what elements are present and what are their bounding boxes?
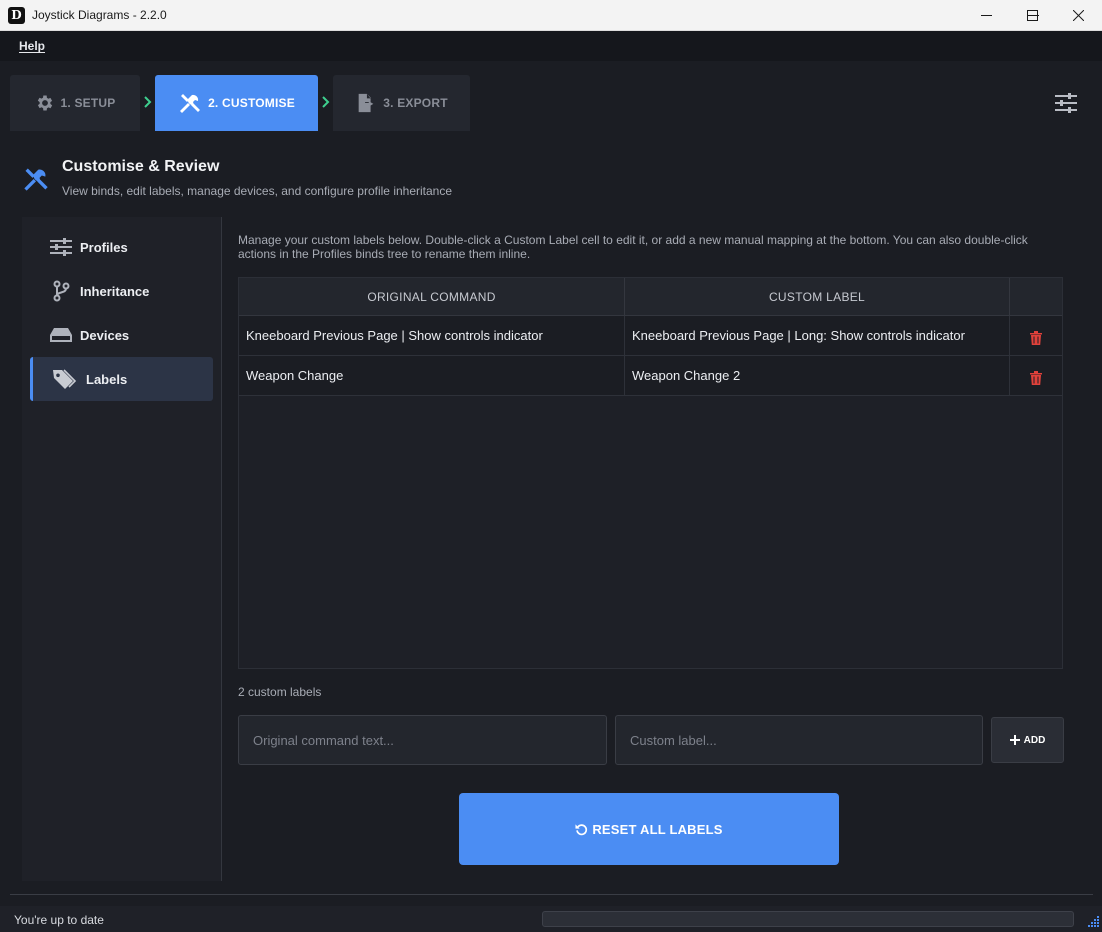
file-export-icon — [358, 93, 374, 113]
sidebar: Profiles Inheritance Devices Labels — [22, 217, 221, 881]
tab-setup[interactable]: 1. SETUP — [10, 75, 140, 131]
reset-all-labels-button[interactable]: RESET ALL LABELS — [459, 793, 839, 865]
custom-label-input[interactable] — [615, 715, 983, 765]
page-subtitle: View binds, edit labels, manage devices,… — [62, 184, 453, 198]
tab-export[interactable]: 3. EXPORT — [333, 75, 470, 131]
status-divider — [10, 894, 1093, 895]
resize-grip-icon[interactable] — [1086, 914, 1100, 928]
column-header-custom-label[interactable]: CUSTOM LABEL — [625, 278, 1010, 315]
table-header: ORIGINAL COMMAND CUSTOM LABEL — [239, 278, 1062, 316]
column-header-original-command[interactable]: ORIGINAL COMMAND — [239, 278, 625, 315]
hard-drive-icon — [50, 324, 72, 346]
cell-original-command: Weapon Change — [239, 356, 625, 395]
cell-original-command: Kneeboard Previous Page | Show controls … — [239, 316, 625, 355]
tab-export-label: 3. EXPORT — [383, 96, 448, 110]
original-command-input[interactable] — [238, 715, 607, 765]
sidebar-item-profiles[interactable]: Profiles — [30, 225, 213, 269]
status-bar: You're up to date — [0, 906, 1102, 932]
delete-label-button[interactable] — [1010, 356, 1062, 395]
sliders-settings-icon[interactable] — [1054, 93, 1078, 113]
trash-icon — [1030, 370, 1042, 385]
branch-icon — [50, 280, 72, 302]
sliders-icon — [50, 236, 72, 258]
minimize-icon — [980, 15, 992, 16]
labels-hint-text: Manage your custom labels below. Double-… — [238, 233, 1028, 261]
tools-icon — [180, 94, 201, 113]
sidebar-item-devices[interactable]: Devices — [30, 313, 213, 357]
column-header-actions — [1010, 278, 1062, 315]
table-row[interactable]: Weapon Change Weapon Change 2 — [239, 356, 1062, 396]
cell-custom-label[interactable]: Kneeboard Previous Page | Long: Show con… — [625, 316, 1010, 355]
labels-table: ORIGINAL COMMAND CUSTOM LABEL Kneeboard … — [238, 277, 1063, 669]
page-title: Customise & Review — [62, 158, 220, 175]
plus-icon — [1009, 735, 1020, 745]
trash-icon — [1030, 330, 1042, 345]
tab-setup-label: 1. SETUP — [60, 96, 116, 110]
app-logo-icon: D — [8, 7, 25, 24]
close-icon — [1072, 10, 1084, 21]
add-label-text: ADD — [1023, 734, 1046, 746]
maximize-icon — [1026, 10, 1038, 21]
menu-help[interactable]: Help — [19, 39, 45, 53]
tools-icon — [24, 168, 48, 191]
delete-label-button[interactable] — [1010, 316, 1062, 355]
sidebar-item-label: Devices — [80, 327, 130, 343]
update-status-text: You're up to date — [14, 913, 104, 927]
title-bar: D Joystick Diagrams - 2.2.0 — [0, 0, 1102, 31]
maximize-button[interactable] — [1009, 0, 1055, 31]
tab-customise-label: 2. CUSTOMISE — [208, 96, 295, 110]
window-title: Joystick Diagrams - 2.2.0 — [32, 8, 167, 22]
sidebar-item-labels[interactable]: Labels — [30, 357, 213, 401]
sidebar-item-inheritance[interactable]: Inheritance — [30, 269, 213, 313]
chevron-right-icon — [322, 96, 330, 108]
chevron-right-icon — [144, 96, 152, 108]
sidebar-item-label: Profiles — [80, 239, 128, 255]
table-row[interactable]: Kneeboard Previous Page | Show controls … — [239, 316, 1062, 356]
tags-icon — [50, 368, 78, 390]
menu-bar: Help — [0, 31, 1102, 61]
undo-icon — [575, 823, 588, 835]
sidebar-item-label: Labels — [86, 371, 128, 387]
custom-labels-count: 2 custom labels — [238, 685, 322, 699]
reset-all-labels-text: RESET ALL LABELS — [592, 821, 723, 837]
cell-custom-label[interactable]: Weapon Change 2 — [625, 356, 1010, 395]
gear-icon — [37, 95, 52, 111]
update-progress-bar — [542, 911, 1074, 927]
add-label-button[interactable]: ADD — [991, 717, 1064, 763]
tab-customise[interactable]: 2. CUSTOMISE — [155, 75, 318, 131]
sidebar-item-label: Inheritance — [80, 283, 150, 299]
close-window-button[interactable] — [1055, 0, 1101, 31]
minimize-button-2[interactable] — [963, 0, 1009, 31]
sidebar-divider — [221, 217, 222, 881]
